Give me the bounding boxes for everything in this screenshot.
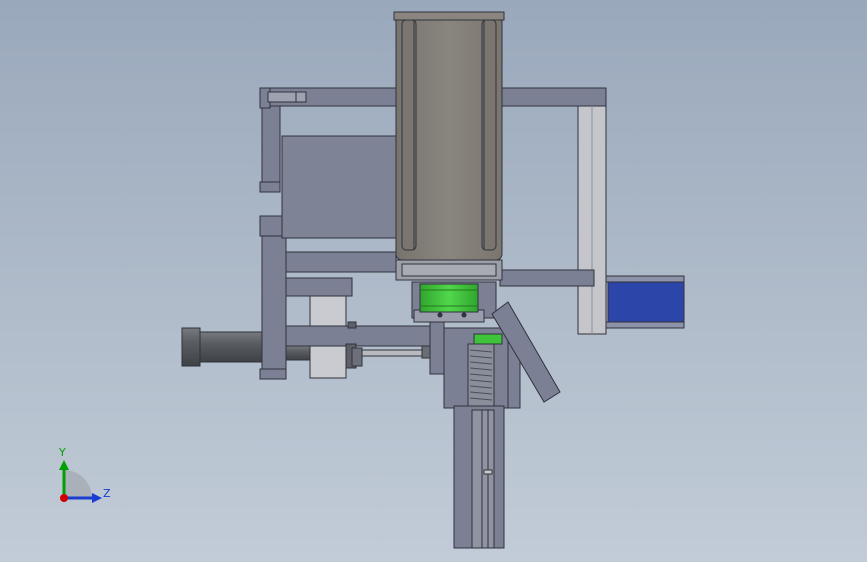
x-axis-dot — [60, 494, 68, 502]
slide-block-lower — [309, 345, 347, 379]
left-side-tab — [259, 181, 281, 193]
triad-arc — [64, 470, 92, 498]
left-upright-foot — [259, 368, 287, 380]
small-nut-top — [347, 321, 357, 329]
cad-viewport[interactable]: Y Z — [0, 0, 867, 562]
top-left-bolt — [267, 91, 307, 103]
blue-block — [607, 275, 685, 329]
left-upright — [261, 215, 287, 379]
y-axis-label: Y — [58, 446, 66, 459]
green-coupling — [419, 283, 479, 313]
stepper-motor — [393, 11, 505, 281]
right-arm-beam — [499, 269, 595, 287]
green-screw-nut — [473, 333, 503, 345]
lower-bracket — [285, 277, 353, 297]
mid-bracket — [285, 251, 397, 273]
back-panel — [281, 135, 397, 239]
blue-block-top-edge — [605, 275, 685, 283]
housing-left-wall — [429, 321, 445, 375]
assembly-drawing: Y Z — [58, 11, 685, 549]
guide-slot — [483, 469, 493, 475]
left-side-plate — [261, 105, 281, 193]
z-axis-label: Z — [103, 487, 111, 500]
slide-block-upper — [309, 295, 347, 327]
coupling-screw-right — [461, 312, 467, 318]
motor-flange-inner — [401, 263, 497, 277]
motor-top-cap — [393, 11, 505, 21]
z-axis-arrow — [92, 493, 102, 503]
base-plate — [285, 325, 435, 347]
vertical-guide-rail — [471, 409, 495, 549]
coupling-screw-left — [437, 312, 443, 318]
cylinder-neck — [285, 345, 311, 361]
blue-block-bottom-edge — [605, 321, 685, 329]
y-axis-arrow — [59, 460, 69, 470]
axis-triad: Y Z — [58, 446, 111, 503]
hex-nut-right — [351, 347, 363, 367]
cylinder-end-cap — [181, 327, 201, 367]
cylinder-barrel — [199, 331, 263, 363]
